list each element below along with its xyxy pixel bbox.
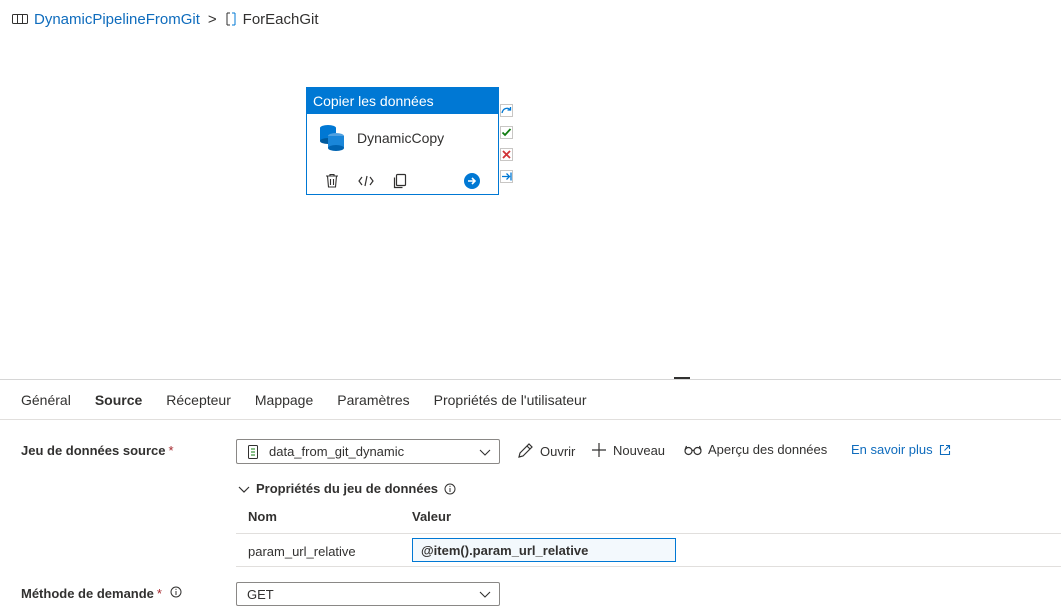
source-dataset-value: data_from_git_dynamic (269, 444, 405, 459)
activity-type-label: Copier les données (307, 88, 498, 114)
request-method-label-row: Méthode de demande * (21, 586, 182, 601)
pencil-icon (516, 442, 534, 460)
plus-icon (591, 442, 607, 458)
open-dataset-button[interactable]: Ouvrir (516, 442, 575, 460)
activity-output-handles (500, 104, 513, 183)
info-icon[interactable] (170, 586, 182, 598)
external-link-icon (939, 444, 951, 456)
grid-header-divider (236, 533, 1061, 534)
new-label: Nouveau (613, 442, 666, 458)
properties-tabs: Général Source Récepteur Mappage Paramèt… (21, 392, 610, 416)
preview-label: Aperçu des données (708, 442, 828, 457)
dataset-properties-toggle[interactable]: Propriétés du jeu de données (238, 481, 456, 496)
tab-settings[interactable]: Paramètres (337, 392, 409, 416)
column-header-value: Valeur (412, 509, 452, 524)
tab-sink[interactable]: Récepteur (166, 392, 231, 416)
chevron-down-icon (479, 447, 491, 457)
breadcrumb-pipeline-link[interactable]: DynamicPipelineFromGit (34, 11, 200, 28)
info-icon[interactable] (444, 483, 456, 495)
source-dataset-select[interactable]: data_from_git_dynamic (236, 439, 500, 464)
preview-data-button[interactable]: Aperçu des données (684, 442, 827, 457)
chevron-down-icon (479, 589, 491, 599)
column-header-name: Nom (248, 509, 277, 524)
source-dataset-label-row: Jeu de données source * (21, 443, 174, 458)
request-method-select[interactable]: GET (236, 582, 500, 606)
required-marker: * (168, 443, 174, 458)
success-handle-icon[interactable] (500, 126, 513, 139)
breadcrumb-current: ForEachGit (242, 10, 319, 28)
arrow-right-icon[interactable] (464, 173, 480, 189)
database-icon (319, 124, 345, 152)
open-label: Ouvrir (540, 443, 576, 459)
learn-more-link[interactable]: En savoir plus (851, 442, 951, 457)
breadcrumb: DynamicPipelineFromGit > ForEachGit (12, 8, 319, 30)
new-dataset-button[interactable]: Nouveau (591, 442, 665, 458)
source-dataset-label: Jeu de données source (21, 443, 166, 458)
code-icon[interactable] (357, 172, 375, 190)
dataset-properties-label: Propriétés du jeu de données (256, 481, 439, 496)
foreach-icon (225, 12, 237, 26)
tabs-divider (0, 419, 1061, 420)
failure-handle-icon[interactable] (500, 148, 513, 161)
tab-mapping[interactable]: Mappage (255, 392, 313, 416)
tab-user-properties[interactable]: Propriétés de l'utilisateur (434, 392, 587, 416)
breadcrumb-separator: > (207, 10, 217, 28)
copy-activity-card[interactable]: Copier les données DynamicCopy (306, 87, 499, 195)
param-name-cell: param_url_relative (248, 544, 356, 559)
required-marker: * (156, 586, 162, 601)
grid-row-divider (236, 566, 1061, 567)
completion-handle-icon[interactable] (500, 170, 513, 183)
panel-divider (0, 379, 1061, 380)
delete-icon[interactable] (323, 172, 341, 190)
pipeline-icon (12, 13, 28, 25)
chevron-down-icon (238, 484, 250, 494)
tab-general[interactable]: Général (21, 392, 71, 416)
skip-handle-icon[interactable] (500, 104, 513, 117)
learn-more-label: En savoir plus (851, 442, 933, 457)
tab-source[interactable]: Source (95, 392, 142, 416)
request-method-value: GET (247, 586, 274, 602)
activity-name: DynamicCopy (357, 130, 445, 146)
param-value-input[interactable]: @item().param_url_relative (412, 538, 676, 562)
dataset-file-icon (247, 444, 259, 459)
glasses-icon (684, 444, 702, 456)
copy-icon[interactable] (391, 172, 409, 190)
request-method-label: Méthode de demande (21, 586, 154, 601)
